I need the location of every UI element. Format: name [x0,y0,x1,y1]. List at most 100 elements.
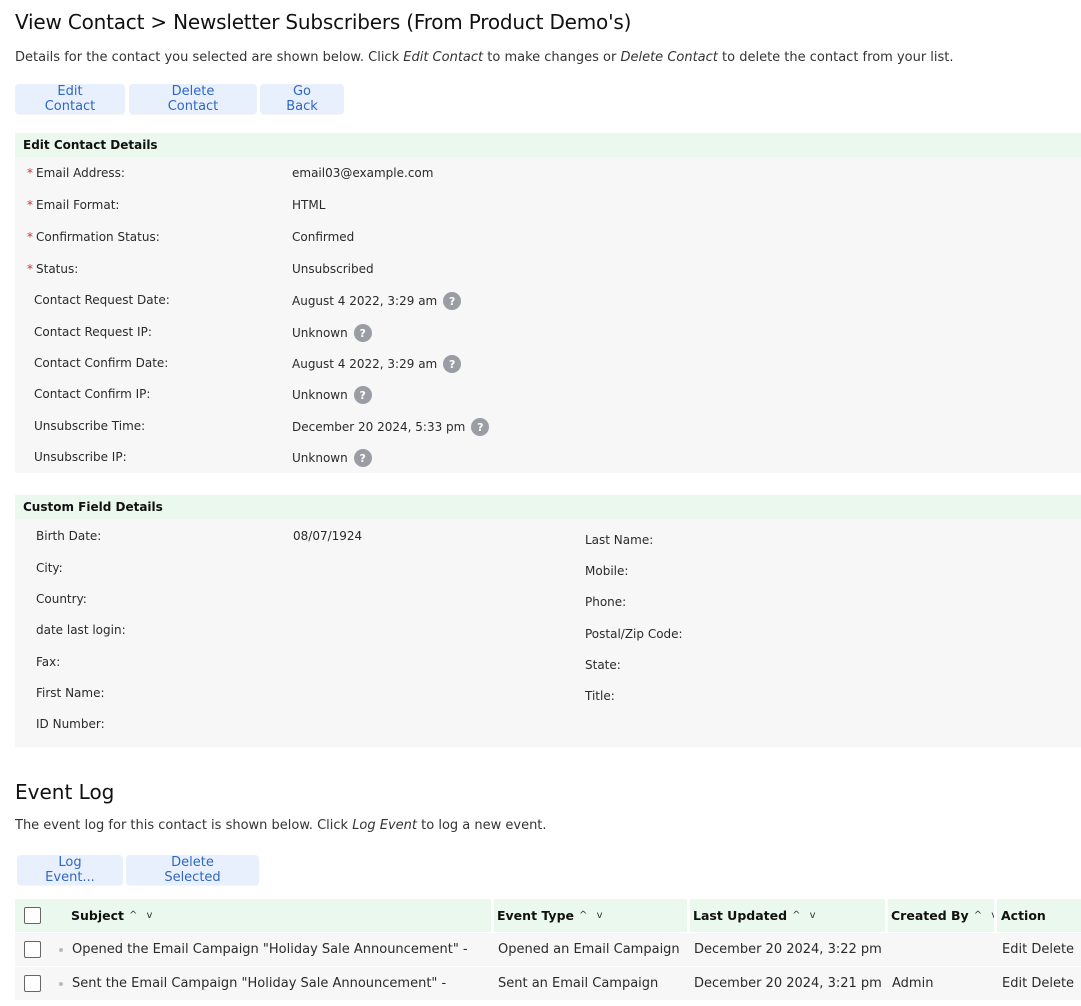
contact-field-label: Contact Confirm Date: [34,356,168,370]
contact-field-value-text: HTML [292,198,326,212]
page-title: View Contact > Newsletter Subscribers (F… [15,10,632,34]
contact-field-value-text: Unknown [292,325,348,340]
help-icon[interactable]: ? [353,324,372,342]
column-subject[interactable]: Subject ^ v [71,908,155,923]
contact-field-label: * Email Address: [27,166,125,180]
event-intro-text-1: The event log for this contact is shown … [15,818,353,833]
select-all-checkbox[interactable] [24,907,41,924]
column-event-type-label: Event Type [497,908,575,923]
contact-field-label-text: Email Address: [36,166,125,180]
custom-field-label: Birth Date: [36,529,102,543]
contact-field-value: Unsubscribed [292,262,374,276]
custom-fields-panel: Custom Field Details Birth Date: 08/07/19… [15,495,1081,747]
delete-contact-button[interactable]: Delete Contact [129,84,257,114]
intro-text-3: to delete the contact from your list. [717,50,954,65]
custom-fields-heading: Custom Field Details [15,495,1081,519]
contact-field-value: August 4 2022, 3:29 am? [292,291,462,310]
intro-text-2: to make changes or [483,50,621,65]
help-icon[interactable]: ? [353,449,372,467]
page-intro: Details for the contact you selected are… [15,50,954,65]
event-log-heading: Event Log [15,780,115,804]
required-marker: * [27,198,33,212]
custom-field-label: date last login: [36,623,126,637]
contact-field-value-text: December 20 2024, 5:33 pm [292,419,466,434]
column-action: Action [1001,908,1046,923]
contact-field-label: Unsubscribe Time: [34,419,145,433]
column-divider [491,899,494,932]
contact-field-label-text: Contact Request IP: [34,325,152,339]
delete-event-link[interactable]: Delete [1031,976,1074,991]
event-actions: Edit Delete [1002,976,1074,991]
event-subject: Sent the Email Campaign "Holiday Sale An… [72,976,447,991]
column-action-label: Action [1001,908,1046,923]
event-intro-text-2: to log a new event. [417,818,547,833]
contact-details-panel: Edit Contact Details * Email Address: emai… [15,133,1081,473]
event-log-header: Subject ^ v Event Type ^ v Last Updated … [15,899,1081,932]
custom-field-label: Phone: [585,595,627,609]
contact-field-value: email03@example.com [292,166,433,180]
table-row: Sent the Email Campaign "Holiday Sale An… [15,966,1081,1000]
custom-field-label: State: [585,658,621,672]
bullet-icon [59,982,63,986]
help-icon[interactable]: ? [471,418,490,436]
contact-field-label-text: Unsubscribe Time: [34,419,146,433]
contact-field-label: Contact Request IP: [34,325,152,339]
intro-edit-reference: Edit Contact [403,50,484,65]
column-event-type[interactable]: Event Type ^ v [497,908,606,923]
column-created-by[interactable]: Created By ^ v [891,908,1000,923]
contact-field-label: Contact Request Date: [34,293,170,307]
event-type: Sent an Email Campaign [498,976,659,991]
help-icon[interactable]: ? [443,292,462,310]
delete-event-link[interactable]: Delete [1031,942,1074,957]
column-divider [885,899,888,932]
contact-field-value: Unknown? [292,385,372,404]
custom-field-label: ID Number: [36,717,105,731]
custom-field-label: Last Name: [585,533,654,547]
log-event-button[interactable]: Log Event... [17,855,123,885]
event-intro-log-reference: Log Event [352,818,418,833]
contact-field-value: Unknown? [292,448,372,467]
contact-field-value: August 4 2022, 3:29 am? [292,354,462,373]
help-icon[interactable]: ? [443,355,462,373]
column-last-updated[interactable]: Last Updated ^ v [693,908,819,923]
contact-field-value: HTML [292,198,325,212]
event-subject: Opened the Email Campaign "Holiday Sale … [72,942,468,957]
custom-field-label: First Name: [36,686,105,700]
help-icon[interactable]: ? [353,386,372,404]
contact-field-value-text: Confirmed [292,230,355,244]
row-checkbox[interactable] [24,975,41,992]
contact-field-value: Unknown? [292,323,372,342]
delete-selected-button[interactable]: Delete Selected [126,855,259,885]
contact-field-label: * Confirmation Status: [27,230,160,244]
column-created-by-label: Created By [891,908,969,923]
column-subject-label: Subject [71,908,124,923]
sort-event-type-icon[interactable]: ^ v [579,910,605,921]
event-type: Opened an Email Campaign [498,942,680,957]
contact-field-label-text: Contact Confirm Date: [34,356,169,370]
column-divider [994,899,997,932]
row-checkbox[interactable] [24,941,41,958]
contact-field-label: * Email Format: [27,198,119,212]
contact-field-label-text: Contact Request Date: [34,293,170,307]
contact-field-value-text: Unsubscribed [292,262,374,276]
contact-field-label-text: Contact Confirm IP: [34,387,151,401]
sort-last-updated-icon[interactable]: ^ v [792,910,818,921]
bullet-icon [59,948,63,952]
edit-event-link[interactable]: Edit [1002,942,1027,957]
column-last-updated-label: Last Updated [693,908,788,923]
event-log-intro: The event log for this contact is shown … [15,818,547,833]
contact-field-label-text: Unsubscribe IP: [34,450,127,464]
custom-field-label: Postal/Zip Code: [585,627,683,641]
edit-event-link[interactable]: Edit [1002,976,1027,991]
contact-field-value-text: Unknown [292,387,348,402]
contact-field-value: December 20 2024, 5:33 pm? [292,417,490,436]
contact-field-label-text: Email Format: [36,198,120,212]
intro-text-1: Details for the contact you selected are… [15,50,404,65]
sort-subject-icon[interactable]: ^ v [129,910,155,921]
edit-contact-button[interactable]: Edit Contact [15,84,125,114]
contact-field-label: Contact Confirm IP: [34,387,150,401]
event-last-updated: December 20 2024, 3:22 pm [694,942,882,957]
contact-field-label-text: Confirmation Status: [36,230,160,244]
event-last-updated: December 20 2024, 3:21 pm [694,976,882,991]
go-back-button[interactable]: Go Back [260,84,344,114]
